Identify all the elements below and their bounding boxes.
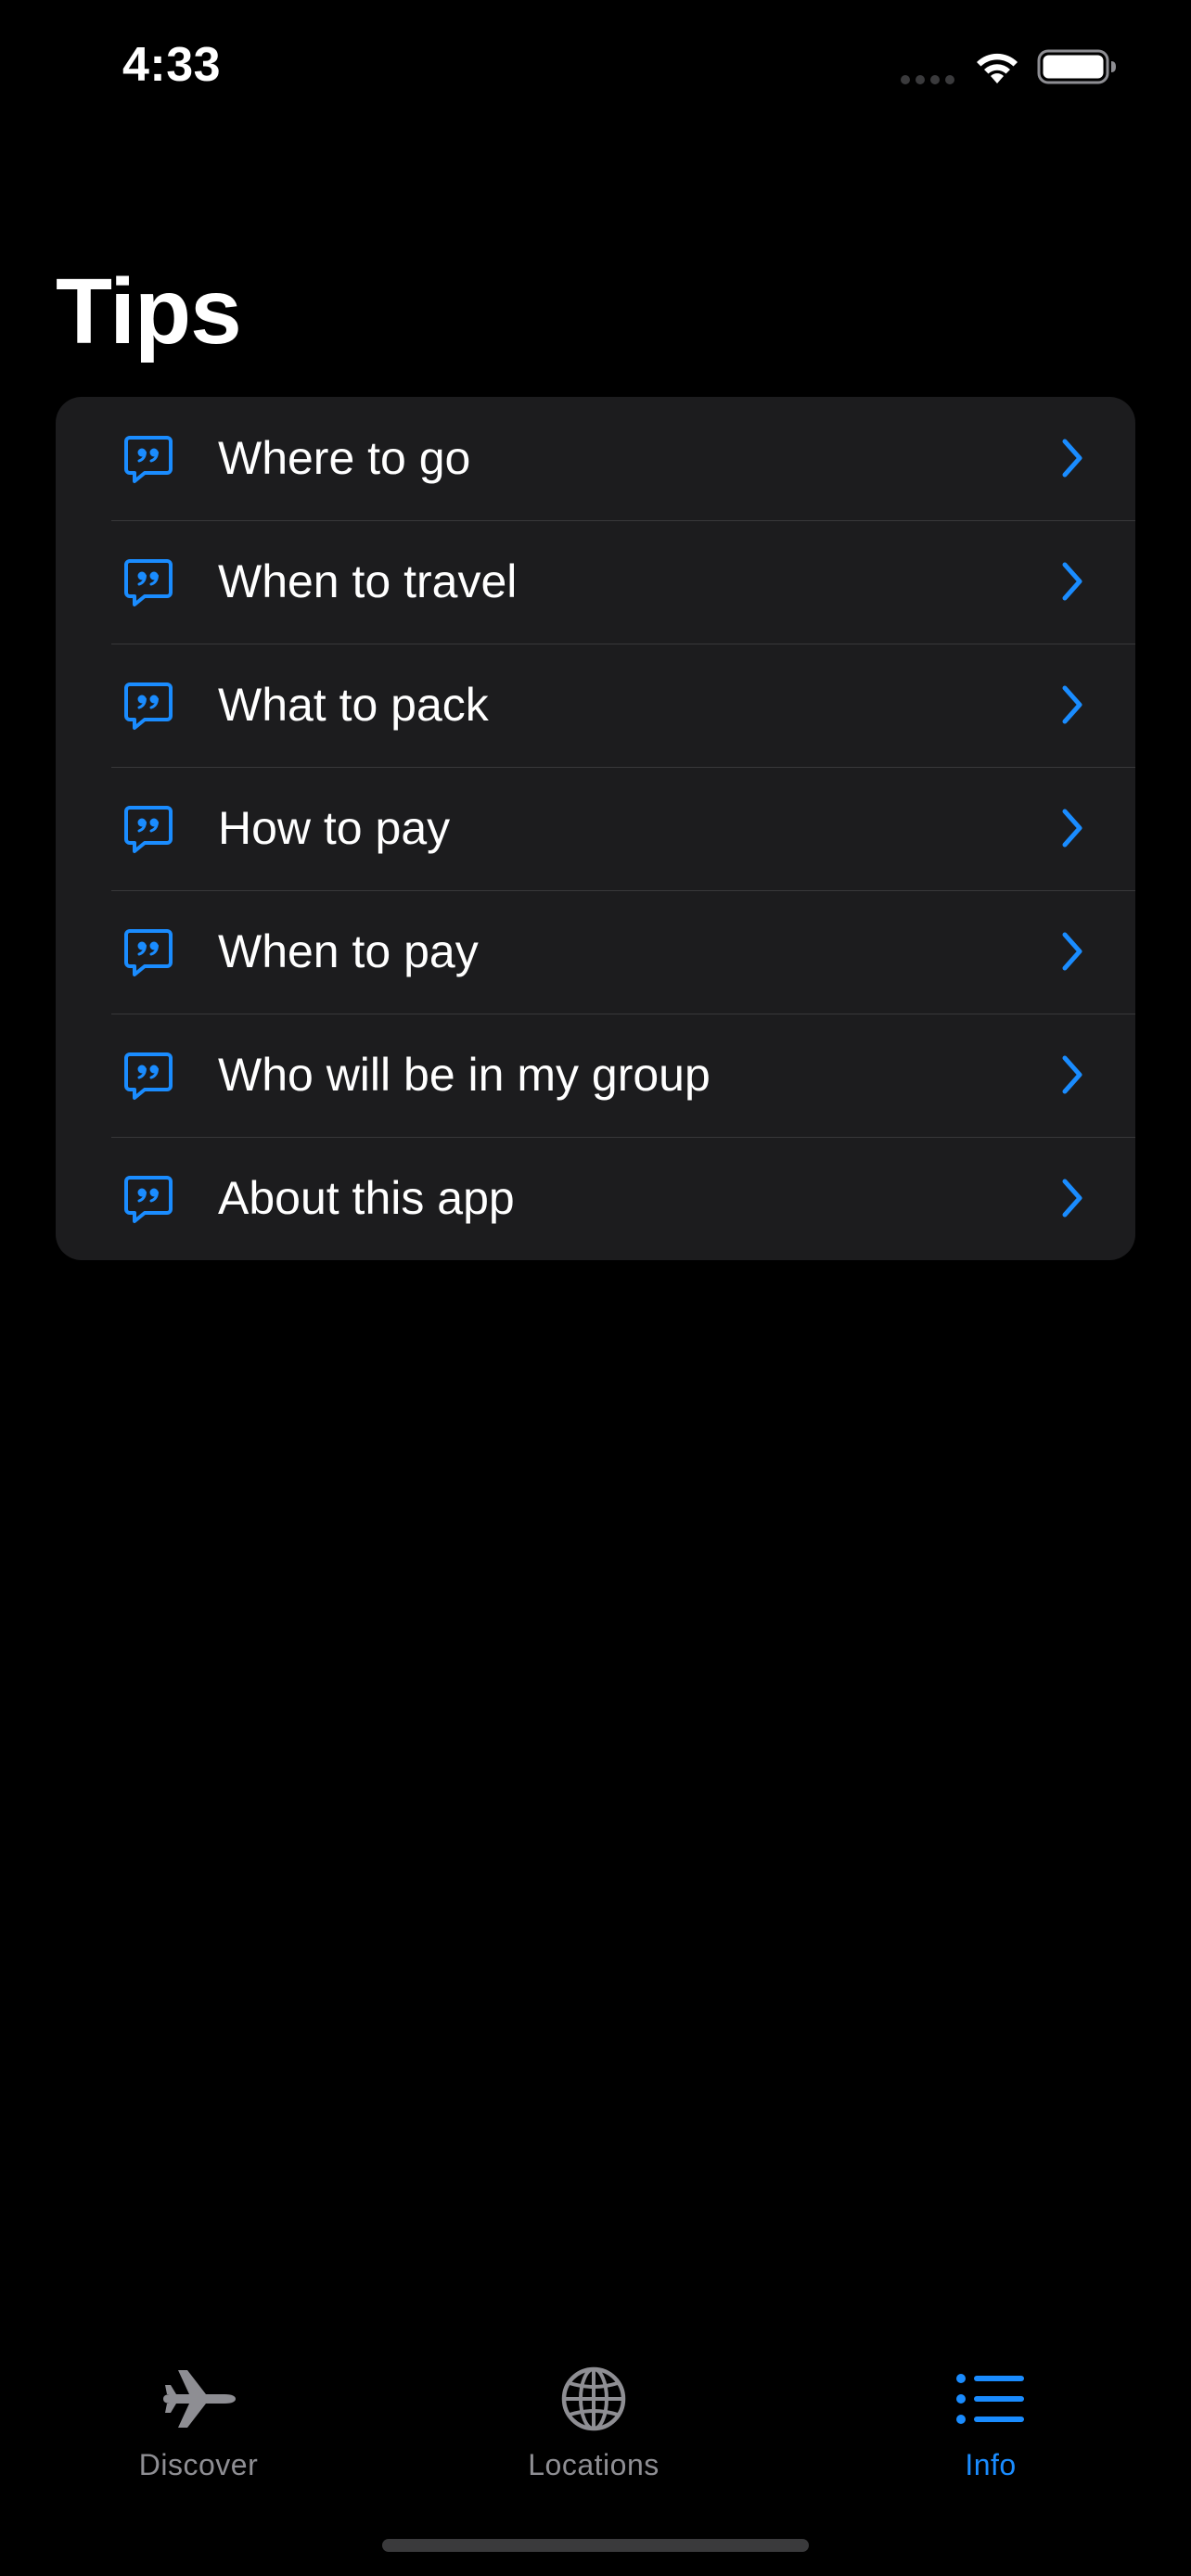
chevron-right-icon	[1062, 439, 1082, 478]
quote-bubble-icon	[124, 436, 173, 483]
tip-row-who-will-be-in-my-group[interactable]: Who will be in my group	[56, 1014, 1135, 1137]
chevron-right-icon	[1062, 685, 1082, 724]
chevron-right-icon	[1062, 932, 1082, 971]
tip-label: When to travel	[218, 555, 518, 607]
wifi-icon	[977, 53, 1018, 83]
airplane-icon	[163, 2370, 236, 2428]
tip-row-when-to-travel[interactable]: When to travel	[56, 520, 1135, 644]
quote-bubble-icon	[124, 1176, 173, 1223]
tip-row-where-to-go[interactable]: Where to go	[56, 397, 1135, 520]
tip-row-when-to-pay[interactable]: When to pay	[56, 890, 1135, 1014]
tip-label: When to pay	[218, 925, 479, 977]
tip-row-what-to-pack[interactable]: What to pack	[56, 644, 1135, 767]
cellular-signal-icon	[901, 75, 954, 84]
tip-label: Who will be in my group	[218, 1049, 711, 1101]
tab-info[interactable]: Info	[852, 2365, 1130, 2513]
tip-label: About this app	[218, 1172, 515, 1224]
chevron-right-icon	[1062, 562, 1082, 601]
chevron-right-icon	[1062, 1055, 1082, 1094]
tip-row-about-this-app[interactable]: About this app	[56, 1137, 1135, 1260]
quote-bubble-icon	[124, 682, 173, 730]
chevron-right-icon	[1062, 1179, 1082, 1218]
tip-row-how-to-pay[interactable]: How to pay	[56, 767, 1135, 890]
quote-bubble-icon	[124, 929, 173, 976]
tip-label: What to pack	[218, 679, 489, 731]
battery-icon	[1037, 49, 1116, 84]
tips-list: Where to go When to travel What to pack	[56, 397, 1135, 1260]
status-time: 4:33	[122, 38, 222, 92]
chevron-right-icon	[1062, 809, 1082, 848]
list-icon	[956, 2374, 1024, 2424]
tip-label: Where to go	[218, 432, 471, 484]
tip-label: How to pay	[218, 802, 451, 854]
tab-label: Info	[965, 2448, 1017, 2481]
tab-label: Discover	[138, 2448, 259, 2481]
tab-label: Locations	[528, 2448, 660, 2481]
home-indicator	[382, 2539, 809, 2552]
page-title: Tips	[56, 260, 242, 363]
quote-bubble-icon	[124, 1052, 173, 1100]
quote-bubble-icon	[124, 806, 173, 853]
globe-icon	[561, 2366, 626, 2431]
tab-locations[interactable]: Locations	[455, 2365, 733, 2513]
quote-bubble-icon	[124, 559, 173, 606]
status-bar: 4:33	[0, 0, 1191, 139]
tab-discover[interactable]: Discover	[59, 2365, 338, 2513]
